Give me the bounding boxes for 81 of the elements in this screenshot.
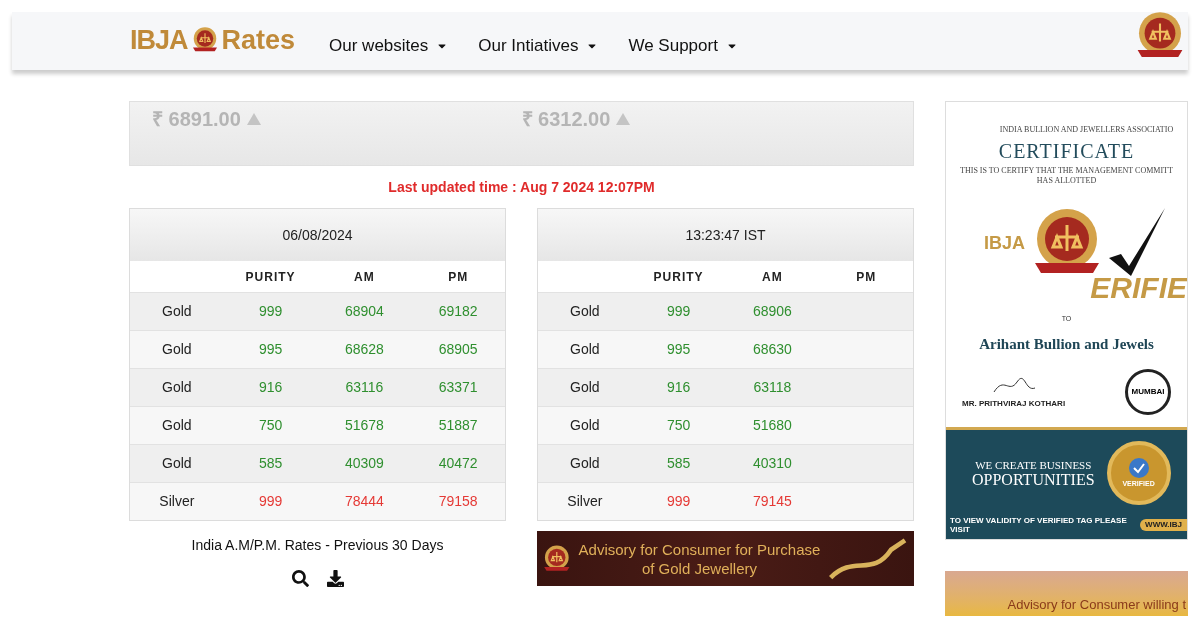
- search-icon[interactable]: [291, 570, 309, 587]
- table-cell-text: Gold: [161, 378, 193, 397]
- ticker-price: ₹ 6891.00: [152, 107, 241, 132]
- table-cell-text: Silver: [566, 492, 604, 511]
- seal-text: IBJA: [984, 231, 1025, 255]
- column-header: PURITY: [652, 268, 705, 286]
- table-cell-text: 999: [257, 302, 284, 321]
- advisory-banner[interactable]: Advisory for Consumer for Purchase of Gold Jewellery: [537, 531, 914, 586]
- nav-dropdown[interactable]: Our Intiatives: [478, 33, 599, 59]
- table-cell-text: Gold: [569, 454, 601, 473]
- table-title: 13:23:47 IST: [538, 209, 913, 261]
- table-cell-text: 750: [665, 416, 692, 435]
- table-cell-text: 63371: [437, 378, 479, 397]
- table-title: 06/08/2024: [130, 209, 505, 261]
- table-cell-text: 79158: [437, 492, 479, 511]
- table-cell-text: 68628: [343, 340, 385, 359]
- triangle-icon: [616, 113, 631, 125]
- table-cell-text: Gold: [161, 302, 193, 321]
- column-header: AM: [761, 268, 784, 286]
- signatory-name: MR. PRITHVIRAJ KOTHARI: [962, 398, 1066, 410]
- certificate-text: INDIA BULLION AND JEWELLERS ASSOCIATIO: [999, 124, 1174, 136]
- download-icon[interactable]: [326, 570, 344, 587]
- table-cell-text: 51887: [437, 416, 479, 435]
- table-cell-text: 40472: [437, 454, 479, 473]
- certificate[interactable]: [945, 101, 1188, 540]
- table-cell-text: 51678: [343, 416, 385, 435]
- table-cell-text: 78444: [343, 492, 385, 511]
- footer-text: TO VIEW VALIDITY OF VERIFIED TAG PLEASE VISIT: [950, 516, 1128, 534]
- table-cell-text: Gold: [569, 416, 601, 435]
- slogan-text: WE CREATE BUSINESS: [975, 458, 1092, 471]
- table-cell-text: 63116: [344, 378, 385, 397]
- history-link[interactable]: India A.M/P.M. Rates - Previous 30 Days: [191, 535, 444, 556]
- column-header: PM: [855, 268, 878, 286]
- table-cell-text: 585: [257, 454, 284, 473]
- column-header: AM: [353, 268, 376, 286]
- slogan-text: OPPORTUNITIES: [972, 470, 1095, 488]
- company-name: Arihant Bullion and Jewels: [979, 334, 1154, 354]
- table-cell-text: 999: [665, 302, 692, 321]
- column-header: PM: [447, 268, 470, 286]
- ticker-price: ₹ 6312.00: [521, 107, 611, 132]
- table-cell-text: Silver: [158, 492, 196, 511]
- table-cell-text: Gold: [569, 302, 601, 321]
- table-cell-text: 79145: [751, 492, 793, 511]
- table-cell-text: 68904: [343, 302, 385, 321]
- nav-dropdown[interactable]: We Support: [628, 33, 738, 59]
- table-cell-text: 999: [257, 492, 284, 511]
- column-header: PURITY: [244, 268, 297, 286]
- table-cell-text: Gold: [569, 378, 601, 397]
- certificate-title: CERTIFICATE: [998, 139, 1135, 164]
- table-cell-text: 40309: [343, 454, 385, 473]
- last-updated-text: Last updated time : Aug 7 2024 12:07PM: [387, 178, 656, 197]
- banner-text: Advisory for Consumer for Purchase: [578, 539, 821, 559]
- verified-text: ERIFIE: [1090, 270, 1187, 306]
- table-cell-text: Gold: [161, 416, 193, 435]
- certificate-text: THIS IS TO CERTIFY THAT THE MANAGEMENT COMMITT: [959, 166, 1174, 175]
- table-cell-text: 995: [257, 340, 284, 359]
- table-cell-text: Gold: [569, 340, 601, 359]
- footer-url: WWW.IBJ: [1140, 519, 1187, 531]
- table-cell-text: 916: [257, 378, 284, 397]
- table-cell-text: 51680: [751, 416, 793, 435]
- table-cell-text: 68905: [437, 340, 479, 359]
- table-cell-text: 63118: [752, 378, 793, 397]
- table-cell-text: 585: [665, 454, 692, 473]
- table-cell-text: 750: [257, 416, 284, 435]
- table-cell-text: 916: [665, 378, 692, 397]
- stamp-text: MUMBAI: [1131, 386, 1165, 398]
- table-cell-text: 40310: [751, 454, 793, 473]
- table-cell-text: 999: [665, 492, 692, 511]
- banner-text: Advisory for Consumer willing t: [1007, 595, 1186, 614]
- certificate-text: HAS ALLOTTED: [1036, 175, 1097, 187]
- table-cell-text: 995: [665, 340, 692, 359]
- table-cell-text: 69182: [437, 302, 479, 321]
- table-cell-text: 68906: [751, 302, 793, 321]
- triangle-icon: [246, 113, 261, 125]
- banner-text: of Gold Jewellery: [641, 558, 757, 578]
- checkmark-icon: [1127, 456, 1150, 479]
- table-cell-text: 68630: [751, 340, 793, 359]
- advisory-banner[interactable]: Advisory for Consumer willing t: [945, 571, 1188, 616]
- nav-dropdown[interactable]: Our websites: [329, 33, 449, 59]
- table-cell-text: Gold: [161, 454, 193, 473]
- table-cell-text: Gold: [161, 340, 193, 359]
